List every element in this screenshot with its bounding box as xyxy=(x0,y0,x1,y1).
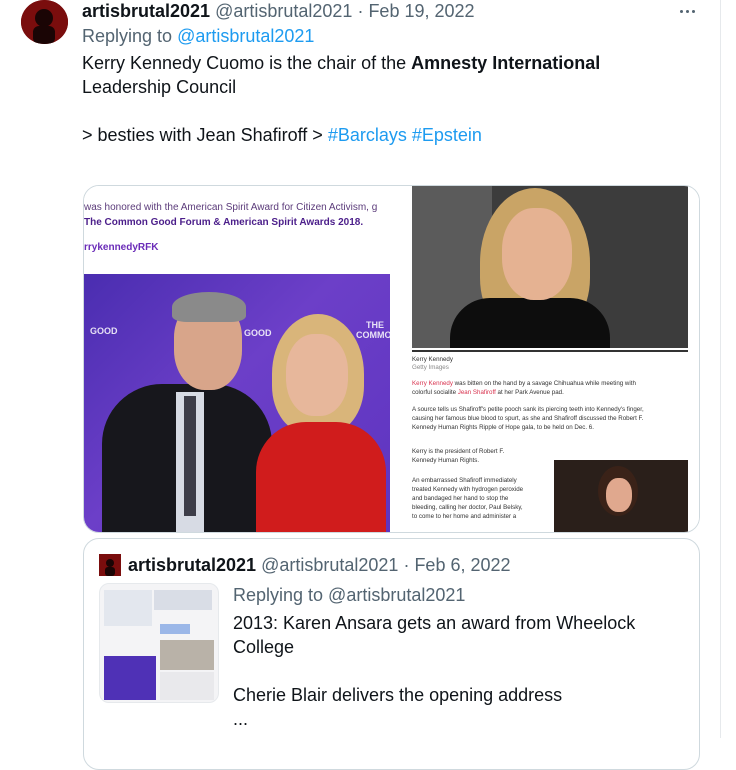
media-image-right[interactable]: Kerry Kennedy Getty Images Kerry Kennedy… xyxy=(412,186,699,532)
tweet-text-line1: Kerry Kennedy Cuomo is the chair of the … xyxy=(82,51,600,75)
image-caption: rrykennedyRFK xyxy=(84,242,159,253)
photo-credit: Getty Images xyxy=(412,364,449,371)
quoted-media-thumbnail[interactable] xyxy=(99,583,219,703)
timeline-divider xyxy=(720,0,721,738)
replying-prefix: Replying to xyxy=(82,26,173,46)
article-paragraph: to come to her home and administer a xyxy=(412,513,517,520)
article-paragraph: causing her famous blue blood to spurt, … xyxy=(412,415,644,422)
author-handle[interactable]: @artisbrutal2021 xyxy=(215,1,352,22)
image-caption: was honored with the American Spirit Awa… xyxy=(84,202,378,213)
quoted-tweet[interactable]: artisbrutal2021 @artisbrutal2021 · Feb 6… xyxy=(83,538,700,770)
hashtag-barclays[interactable]: #Barclays xyxy=(328,125,407,145)
backdrop-text: THE xyxy=(366,320,384,330)
quoted-replying-line: Replying to @artisbrutal2021 xyxy=(233,585,466,605)
quoted-tweet-date[interactable]: Feb 6, 2022 xyxy=(414,555,510,576)
replying-to-link[interactable]: @artisbrutal2021 xyxy=(177,26,314,46)
article-paragraph: Kerry is the president of Robert F. xyxy=(412,448,505,455)
article-paragraph: bleeding, calling her doctor, Paul Belsk… xyxy=(412,504,523,511)
article-paragraph: Kennedy Human Rights Ripple of Hope gala… xyxy=(412,424,594,431)
backdrop-text: GOOD xyxy=(90,326,118,336)
separator-dot: · xyxy=(403,554,410,575)
event-photo: GOOD GOOD THE COMMO xyxy=(84,274,390,532)
replying-to-line: Replying to @artisbrutal2021 xyxy=(82,26,314,47)
tweet-header: artisbrutal2021 @artisbrutal2021 · Feb 1… xyxy=(82,0,475,22)
text-segment: > besties with Jean Shafiroff > xyxy=(82,125,328,145)
author-avatar[interactable] xyxy=(21,0,68,44)
article-paragraph: and bandaged her hand to stop the xyxy=(412,495,509,502)
quoted-author-name[interactable]: artisbrutal2021 xyxy=(128,555,256,576)
article-paragraph: Kerry Kennedy was bitten on the hand by … xyxy=(412,380,636,387)
tweet-text-line3: > besties with Jean Shafiroff > #Barclay… xyxy=(82,123,482,147)
article-paragraph: treated Kennedy with hydrogen peroxide xyxy=(412,486,524,493)
quoted-text-line: ... xyxy=(233,709,249,729)
image-caption: The Common Good Forum & American Spirit … xyxy=(84,217,364,228)
quoted-author-avatar[interactable] xyxy=(99,554,121,576)
quoted-text-line: Cherie Blair delivers the opening addres… xyxy=(233,685,563,705)
tweet-text-line2: Leadership Council xyxy=(82,77,237,97)
portrait-photo xyxy=(412,186,688,348)
bold-text: Amnesty International xyxy=(411,53,601,73)
quoted-text-line: 2013: Karen Ansara gets an award from Wh… xyxy=(233,613,636,633)
separator-dot: · xyxy=(357,0,364,21)
article-paragraph: An embarrassed Shafiroff immediately xyxy=(412,477,517,484)
inline-photo xyxy=(554,460,688,532)
article-paragraph: colorful socialite Jean Shafiroff at her… xyxy=(412,389,564,396)
tweet-date[interactable]: Feb 19, 2022 xyxy=(368,1,474,22)
text-segment: Kerry Kennedy Cuomo is the chair of the xyxy=(82,53,412,73)
quoted-tweet-header: artisbrutal2021 @artisbrutal2021 · Feb 6… xyxy=(128,554,511,576)
hashtag-epstein[interactable]: #Epstein xyxy=(412,125,482,145)
backdrop-text: GOOD xyxy=(244,328,272,338)
article-paragraph: Kennedy Human Rights. xyxy=(412,457,480,464)
media-image-left[interactable]: was honored with the American Spirit Awa… xyxy=(84,186,390,532)
quoted-author-handle[interactable]: @artisbrutal2021 xyxy=(261,555,398,576)
more-options-icon[interactable] xyxy=(674,0,700,22)
article-paragraph: A source tells us Shafiroff's petite poo… xyxy=(412,406,644,413)
author-name[interactable]: artisbrutal2021 xyxy=(82,1,210,22)
tweet-media[interactable]: was honored with the American Spirit Awa… xyxy=(83,185,700,533)
backdrop-text: COMMO xyxy=(356,330,390,340)
quoted-text-line: College xyxy=(233,637,295,657)
